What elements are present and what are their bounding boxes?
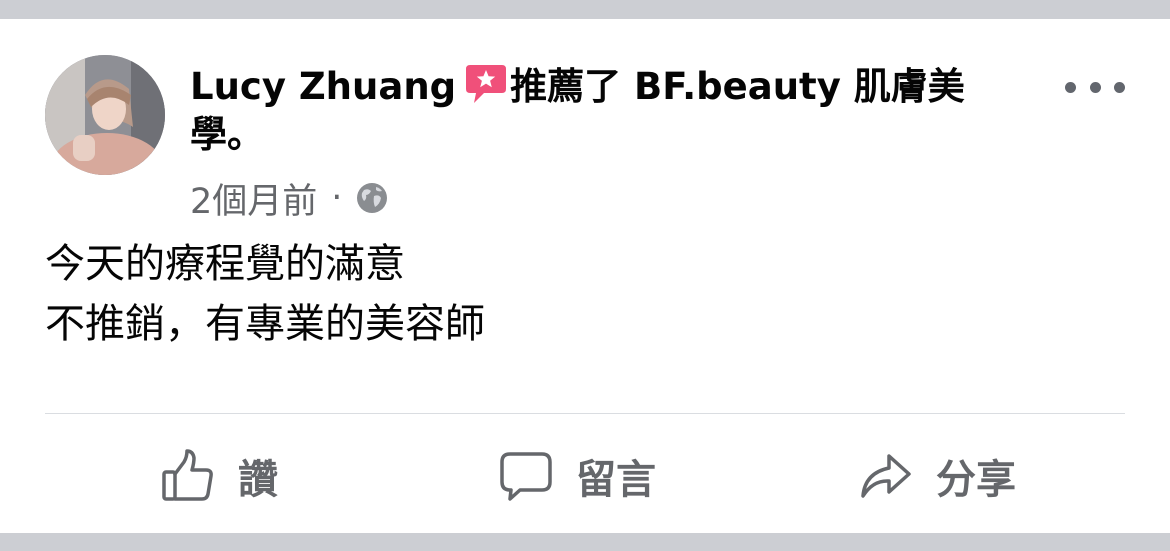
post-body: 今天的療程覺的滿意 不推銷，有專業的美容師: [45, 234, 485, 354]
avatar[interactable]: [45, 55, 165, 175]
comment-button[interactable]: 留言: [498, 447, 656, 505]
meta-separator: ·: [331, 178, 343, 218]
more-options-icon[interactable]: [1065, 75, 1125, 99]
thumbs-up-icon: [162, 449, 213, 501]
timestamp[interactable]: 2個月前: [190, 173, 317, 224]
more-dot: [1089, 81, 1101, 93]
speech-bubble-icon: [500, 452, 552, 501]
globe-icon[interactable]: [356, 182, 388, 214]
like-button[interactable]: 讚: [160, 447, 278, 505]
post-meta: 2個月前 ·: [190, 173, 388, 224]
recommend-verb: 推薦了: [510, 65, 622, 108]
comment-label: 留言: [576, 457, 656, 503]
divider: [45, 413, 1125, 414]
end-punctuation: 。: [227, 113, 264, 156]
recommend-star-icon: [466, 65, 507, 103]
post-text-line: 不推銷，有專業的美容師: [45, 301, 485, 347]
share-arrow-icon: [861, 454, 911, 498]
post-text-line: 今天的療程覺的滿意: [45, 241, 405, 287]
more-dot: [1065, 81, 1076, 93]
post-headline: Lucy Zhuang 推薦了 BF.beauty 肌膚美學。: [190, 61, 1030, 159]
avatar-photo: [45, 55, 165, 175]
like-label: 讚: [238, 457, 278, 503]
author-name[interactable]: Lucy Zhuang: [190, 65, 456, 108]
share-label: 分享: [936, 457, 1016, 503]
share-button[interactable]: 分享: [858, 447, 1016, 505]
post-card: Lucy Zhuang 推薦了 BF.beauty 肌膚美學。 2個月前 · 今…: [0, 19, 1170, 533]
more-dot: [1114, 81, 1125, 93]
